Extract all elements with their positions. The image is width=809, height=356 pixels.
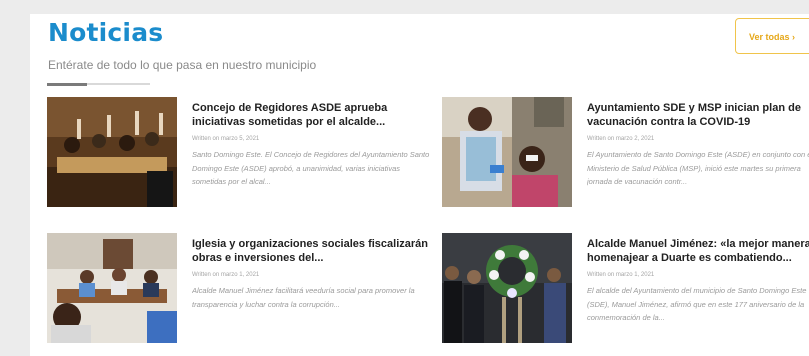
news-thumbnail[interactable] [47, 233, 177, 343]
news-thumbnail[interactable] [442, 97, 572, 207]
news-card: Ayuntamiento SDE y MSP inician plan de v… [442, 97, 809, 212]
news-title[interactable]: Iglesia y organizaciones sociales fiscal… [192, 237, 432, 265]
news-thumbnail[interactable] [442, 233, 572, 343]
news-title[interactable]: Alcalde Manuel Jiménez: «la mejor manera… [587, 237, 809, 265]
news-section: Noticias Entérate de todo lo que pasa en… [30, 14, 809, 356]
council-session-photo [47, 97, 177, 207]
news-title[interactable]: Concejo de Regidores ASDE aprueba inicia… [192, 101, 432, 129]
news-date: Written on marzo 2, 2021 [587, 136, 655, 142]
vaccination-photo [442, 97, 572, 207]
news-date: Written on marzo 1, 2021 [587, 272, 655, 278]
title-underline-accent [47, 83, 87, 86]
see-all-button[interactable]: Ver todas › [735, 18, 809, 54]
news-excerpt: El Ayuntamiento de Santo Domingo Este (A… [587, 150, 809, 186]
news-card: Alcalde Manuel Jiménez: «la mejor manera… [442, 233, 809, 348]
news-card: Iglesia y organizaciones sociales fiscal… [47, 233, 428, 348]
section-title: Noticias [48, 18, 164, 47]
news-excerpt: El alcalde del Ayuntamiento del municipi… [587, 286, 807, 322]
news-excerpt: Alcalde Manuel Jiménez facilitará veedur… [192, 286, 415, 309]
news-thumbnail[interactable] [47, 97, 177, 207]
news-date: Written on marzo 1, 2021 [192, 272, 260, 278]
meeting-photo [47, 233, 177, 343]
news-title[interactable]: Ayuntamiento SDE y MSP inician plan de v… [587, 101, 809, 129]
wreath-ceremony-photo [442, 233, 572, 343]
news-date: Written on marzo 5, 2021 [192, 136, 260, 142]
news-card: Concejo de Regidores ASDE aprueba inicia… [47, 97, 429, 212]
news-excerpt: Santo Domingo Este. El Concejo de Regido… [192, 150, 430, 186]
section-subtitle: Entérate de todo lo que pasa en nuestro … [48, 58, 317, 72]
